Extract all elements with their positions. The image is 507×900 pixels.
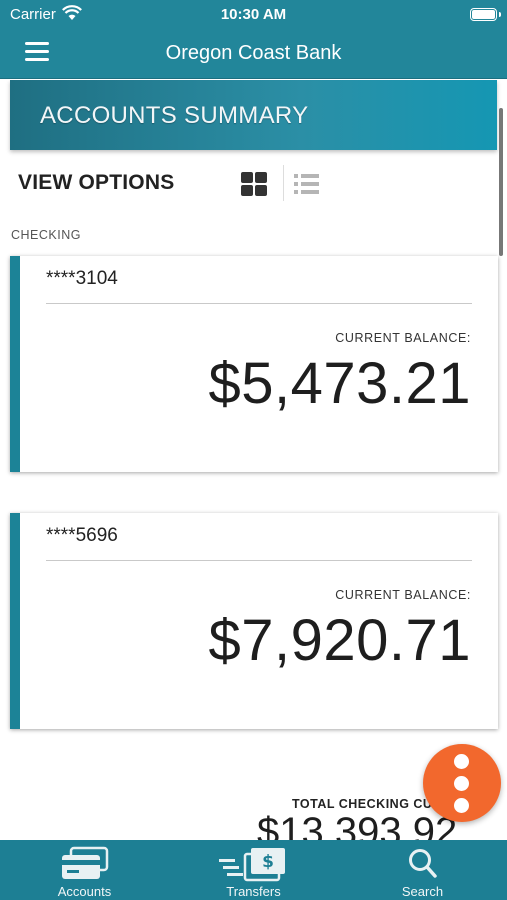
app-title: Oregon Coast Bank <box>165 42 342 64</box>
transfers-icon: $ <box>218 848 285 882</box>
current-balance-label: CURRENT BALANCE: <box>335 331 471 345</box>
account-number: ****5696 <box>46 525 118 546</box>
tab-search[interactable]: Search <box>338 840 507 900</box>
more-vertical-icon <box>454 754 469 769</box>
account-card[interactable]: ****5696 CURRENT BALANCE: $7,920.71 <box>10 513 498 729</box>
current-balance-value: $5,473.21 <box>208 351 471 416</box>
account-number: ****3104 <box>46 268 118 289</box>
checking-section-label: CHECKING <box>11 228 81 242</box>
tab-transfers[interactable]: $ Transfers <box>169 840 338 900</box>
total-checking-value: $13,393.92 <box>257 810 458 840</box>
scrollbar[interactable] <box>499 108 503 256</box>
clock: 10:30 AM <box>220 6 287 23</box>
page-title: ACCOUNTS SUMMARY <box>40 102 309 129</box>
nav-bar: Oregon Coast Bank <box>0 30 507 79</box>
tab-accounts-label: Accounts <box>57 884 112 899</box>
tab-accounts[interactable]: Accounts <box>0 840 169 900</box>
accounts-icon <box>61 846 108 879</box>
tab-search-label: Search <box>401 884 444 899</box>
card-divider <box>46 303 472 304</box>
status-bar: Carrier 10:30 AM <box>0 0 507 30</box>
view-options-divider <box>283 165 284 201</box>
battery-icon <box>470 8 497 21</box>
account-card[interactable]: ****3104 CURRENT BALANCE: $5,473.21 <box>10 256 498 472</box>
accounts-content[interactable]: ACCOUNTS SUMMARY VIEW OPTIONS CHECKING *… <box>0 80 507 840</box>
search-icon <box>408 849 437 878</box>
accounts-summary-banner: ACCOUNTS SUMMARY <box>10 80 497 150</box>
more-actions-button[interactable] <box>423 744 501 822</box>
grid-view-icon[interactable] <box>241 172 268 197</box>
current-balance-label: CURRENT BALANCE: <box>335 588 471 602</box>
view-options-label: VIEW OPTIONS <box>18 171 175 194</box>
list-view-icon[interactable] <box>294 174 320 196</box>
tab-bar: Accounts $ Transfers Search <box>0 840 507 900</box>
current-balance-value: $7,920.71 <box>208 608 471 673</box>
card-divider <box>46 560 472 561</box>
tab-transfers-label: Transfers <box>226 884 281 899</box>
svg-text:$: $ <box>262 852 274 872</box>
total-checking-label: TOTAL CHECKING CU <box>292 797 433 811</box>
